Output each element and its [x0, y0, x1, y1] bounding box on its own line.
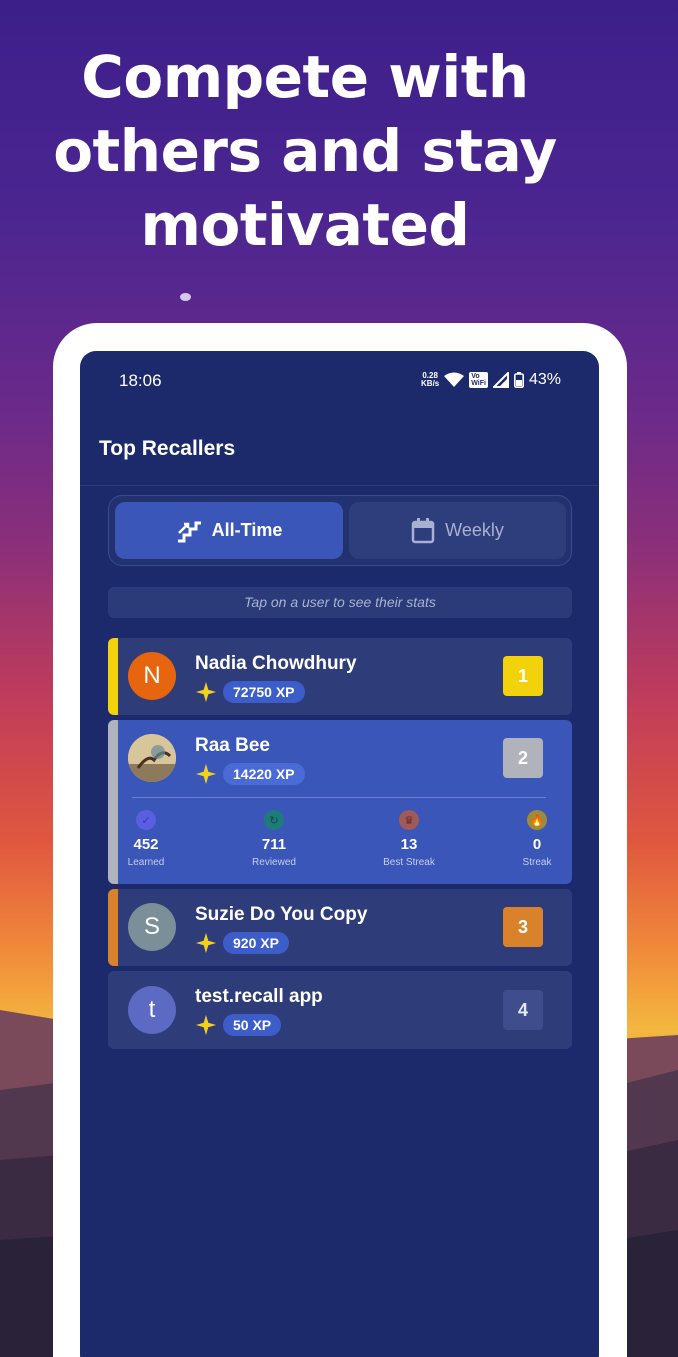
stat-value: 452: [133, 836, 159, 853]
user-name: Raa Bee: [195, 735, 270, 756]
avatar: [128, 734, 176, 782]
headline: Compete with others and stay motivated: [53, 43, 557, 259]
stat-label: Best Streak: [383, 857, 435, 868]
xp-row: 14220 XP: [195, 763, 305, 785]
status-bar: 18:06 0.28 KB/s Vo WiFi 43%: [80, 371, 599, 393]
rank-badge: 3: [503, 907, 543, 947]
avatar-initial: S: [143, 913, 160, 940]
stats-divider: [132, 797, 546, 798]
network-speed: 0.28 KB/s: [421, 372, 439, 388]
stat-learned: ✓ 452 Learned: [108, 810, 191, 868]
tab-all-time-label: All-Time: [211, 520, 283, 540]
review-icon: ↻: [264, 810, 284, 830]
vowifi-line2: WiFi: [471, 380, 486, 387]
rank-accent-bar: [108, 889, 118, 966]
stat-value: 711: [261, 836, 287, 853]
xp-badge: 50 XP: [223, 1014, 282, 1036]
user-name: Nadia Chowdhury: [195, 653, 357, 674]
battery-icon: [513, 372, 524, 388]
sparkle-icon: [195, 681, 217, 703]
network-speed-unit: KB/s: [421, 379, 440, 388]
hint-text: Tap on a user to see their stats: [108, 587, 572, 618]
user-name: Suzie Do You Copy: [195, 904, 368, 925]
tab-weekly[interactable]: Weekly: [349, 502, 566, 559]
wifi-icon: [444, 372, 465, 387]
rank-badge: 2: [503, 738, 543, 778]
status-time: 18:06: [119, 371, 162, 390]
sparkle-icon: [195, 932, 217, 954]
xp-row: 72750 XP: [195, 681, 305, 703]
tab-all-time[interactable]: All-Time: [115, 502, 343, 559]
battery-percent: 43%: [528, 371, 561, 388]
rank-badge: 1: [503, 656, 543, 696]
page-title: Top Recallers: [99, 437, 236, 460]
leaderboard-row[interactable]: N Nadia Chowdhury 72750 XP 1: [108, 638, 572, 715]
avatar-initial: N: [143, 662, 161, 689]
xp-badge: 920 XP: [223, 932, 289, 954]
avatar-initial: t: [148, 996, 156, 1023]
decorative-dot: [180, 293, 191, 301]
vowifi-icon: Vo WiFi: [469, 372, 488, 388]
avatar: N: [128, 652, 176, 700]
stat-label: Streak: [522, 857, 552, 868]
status-icons: 0.28 KB/s Vo WiFi 43%: [421, 371, 561, 389]
calendar-icon: [411, 517, 435, 543]
xp-row: 920 XP: [195, 932, 289, 954]
stat-streak: 🔥 0 Streak: [492, 810, 572, 868]
stat-best-streak: ♛ 13 Best Streak: [364, 810, 454, 868]
sparkle-icon: [195, 1014, 217, 1036]
xp-row: 50 XP: [195, 1014, 282, 1036]
xp-badge: 14220 XP: [223, 763, 305, 785]
stat-value: 13: [400, 836, 418, 853]
leaderboard-row[interactable]: S Suzie Do You Copy 920 XP 3: [108, 889, 572, 966]
avatar-photo: [128, 734, 176, 782]
leaderboard-row-expanded[interactable]: Raa Bee 14220 XP 2 ✓ 452 Learned ↻ 711 R…: [108, 720, 572, 884]
phone-screen: 18:06 0.28 KB/s Vo WiFi 43% Top Recaller…: [80, 351, 599, 1357]
stat-value: 0: [532, 836, 542, 853]
period-toggle: All-Time Weekly: [108, 495, 572, 566]
stairs-icon: [177, 521, 201, 542]
flame-icon: 🔥: [527, 810, 547, 830]
signal-icon: [492, 372, 509, 388]
user-name: test.recall app: [195, 986, 323, 1007]
rank-badge: 4: [503, 990, 543, 1030]
appbar-divider: [80, 485, 599, 486]
leaderboard-row[interactable]: t test.recall app 50 XP 4: [108, 971, 572, 1049]
stat-label: Learned: [127, 857, 165, 868]
crown-icon: ♛: [399, 810, 419, 830]
avatar: t: [128, 986, 176, 1034]
avatar: S: [128, 903, 176, 951]
check-icon: ✓: [136, 810, 156, 830]
sparkle-icon: [195, 763, 217, 785]
rank-accent-bar: [108, 638, 118, 715]
xp-badge: 72750 XP: [223, 681, 305, 703]
vowifi-line1: Vo: [471, 373, 480, 380]
tab-weekly-label: Weekly: [445, 520, 504, 540]
stat-reviewed: ↻ 711 Reviewed: [229, 810, 319, 868]
stat-label: Reviewed: [252, 857, 296, 868]
